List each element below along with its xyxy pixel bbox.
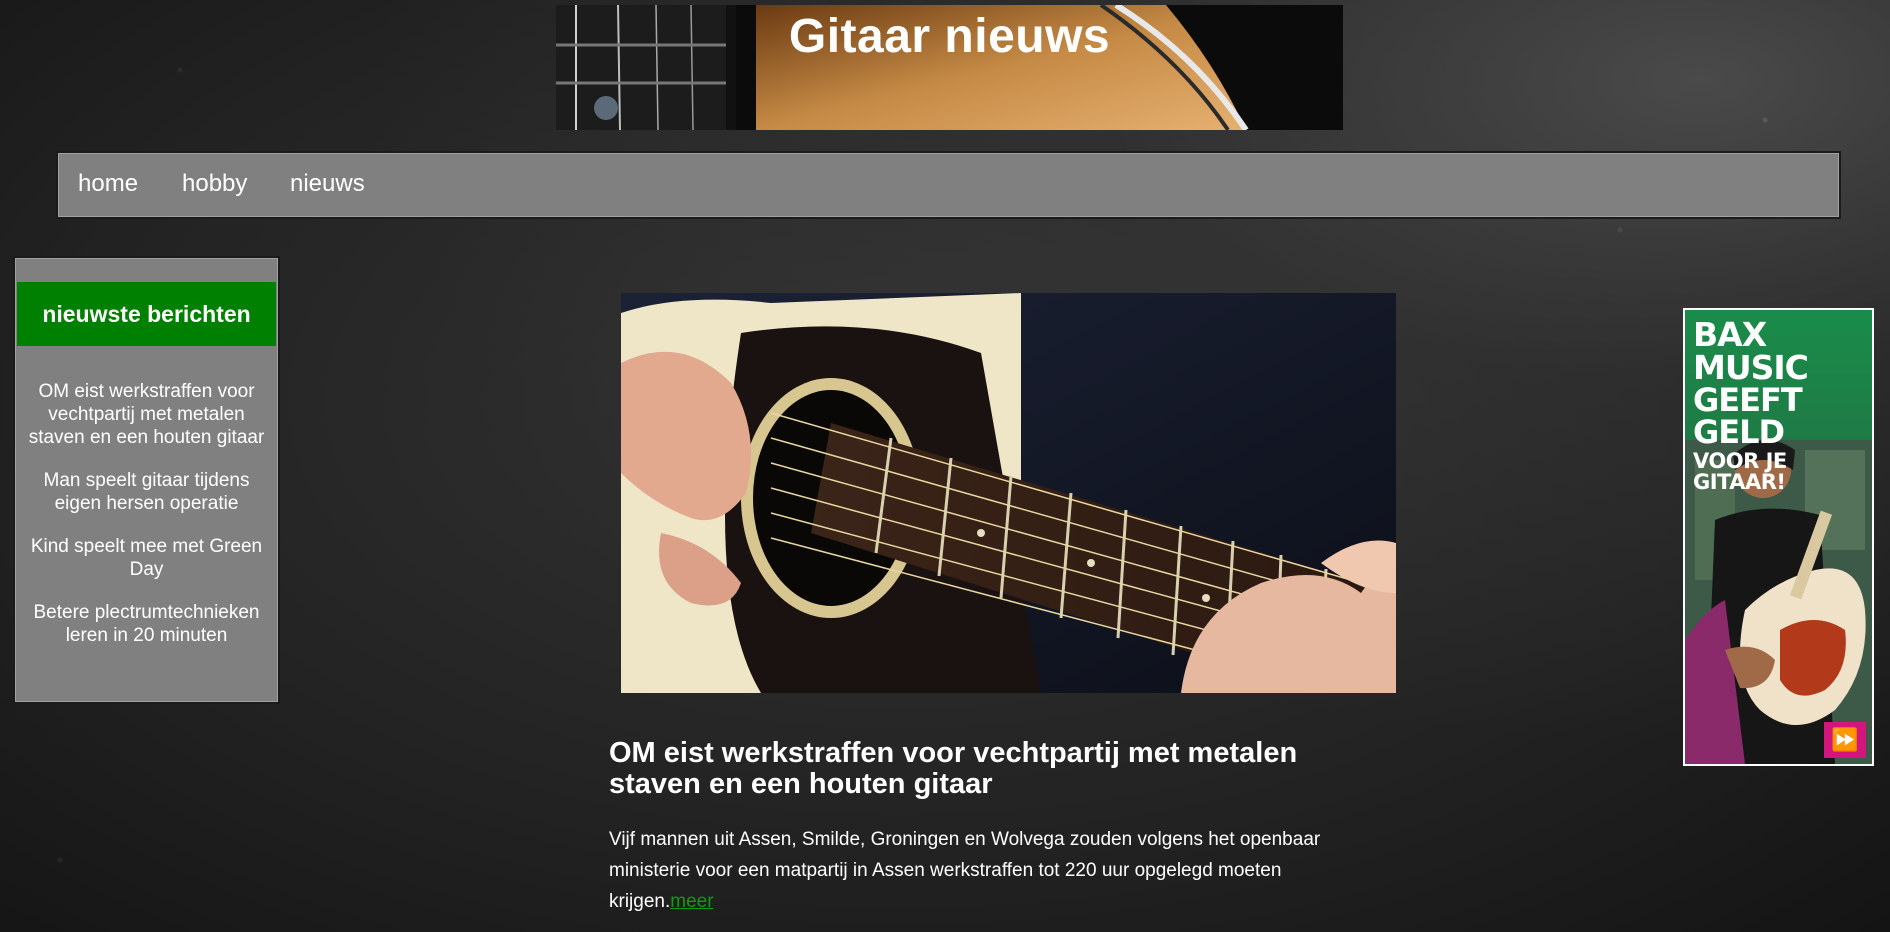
list-item: Kind speelt mee met Green Day [25,535,268,581]
ad-line-2: GEEFT GELD [1693,381,1803,451]
list-item: Betere plectrumtechnieken leren in 20 mi… [25,601,268,647]
article-summary-text: Vijf mannen uit Assen, Smilde, Groningen… [609,829,1321,912]
fast-forward-icon[interactable]: ⏩ [1824,722,1866,758]
nav-item-nieuws[interactable]: nieuws [290,170,365,198]
sidebar-latest-posts: nieuwste berichten OM eist werkstraffen … [13,256,280,704]
sidebar-post-link[interactable]: OM eist werkstraffen voor vechtpartij me… [29,381,265,448]
sidebar-post-link[interactable]: Betere plectrumtechnieken leren in 20 mi… [33,602,259,646]
site-title: Gitaar nieuws [788,10,1111,63]
list-item: Man speelt gitaar tijdens eigen hersen o… [25,469,268,515]
nav-item-hobby[interactable]: hobby [182,170,247,198]
read-more-link[interactable]: meer [670,891,713,912]
ad-line-1: BAX MUSIC [1693,315,1809,387]
article-summary: Vijf mannen uit Assen, Smilde, Groningen… [609,824,1369,917]
nav-item-home[interactable]: home [78,170,138,198]
ad-content: BAX MUSIC GEEFT GELD VOOR JE GITAAR! ⏩ [1685,310,1872,764]
ad-banner[interactable]: BAX MUSIC GEEFT GELD VOOR JE GITAAR! ⏩ [1683,308,1874,766]
header-banner: Gitaar nieuws [556,5,1343,130]
article-title[interactable]: OM eist werkstraffen voor vechtpartij me… [609,738,1369,800]
article-image [621,293,1396,693]
guitar-photo [621,293,1396,693]
sidebar-list: OM eist werkstraffen voor vechtpartij me… [25,380,268,667]
sidebar-post-link[interactable]: Kind speelt mee met Green Day [31,536,262,580]
main-nav: home hobby nieuws [56,151,1841,219]
sidebar-heading: nieuwste berichten [17,282,276,346]
sidebar-post-link[interactable]: Man speelt gitaar tijdens eigen hersen o… [44,470,250,514]
ad-headline: BAX MUSIC GEEFT GELD VOOR JE GITAAR! [1693,318,1866,493]
ad-line-3: VOOR JE GITAAR! [1693,449,1787,494]
list-item: OM eist werkstraffen voor vechtpartij me… [25,380,268,449]
